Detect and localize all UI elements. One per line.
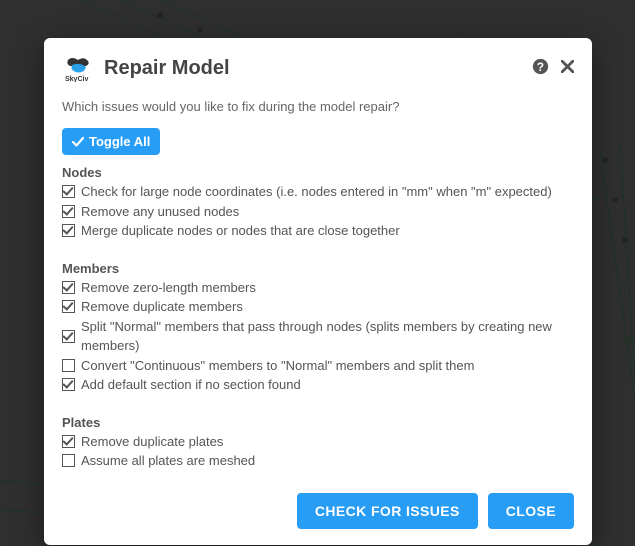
checkbox-label: Split "Normal" members that pass through… (81, 317, 574, 356)
checkbox-label: Assume all plates are meshed (81, 451, 255, 471)
modal-title: Repair Model (104, 57, 532, 80)
section-heading-plates: Plates (62, 415, 574, 430)
checkbox-row[interactable]: Remove duplicate members (62, 297, 574, 317)
section-heading-members: Members (62, 261, 574, 276)
section-heading-nodes: Nodes (62, 165, 574, 180)
help-icon[interactable]: ? (532, 58, 549, 79)
checkbox-label: Remove any unused nodes (81, 202, 239, 222)
repair-model-dialog: SkyCiv Repair Model ? Which issues would… (44, 38, 592, 545)
checkbox-row[interactable]: Remove zero-length members (62, 278, 574, 298)
checkbox-row[interactable]: Remove duplicate plates (62, 432, 574, 452)
checkbox[interactable] (62, 281, 75, 294)
checkbox-row[interactable]: Convert "Continuous" members to "Normal"… (62, 356, 574, 376)
svg-text:?: ? (537, 61, 544, 74)
checkbox-label: Merge duplicate nodes or nodes that are … (81, 221, 400, 241)
checkbox[interactable] (62, 205, 75, 218)
modal-header: SkyCiv Repair Model ? (62, 52, 574, 85)
check-for-issues-button[interactable]: CHECK FOR ISSUES (297, 493, 478, 529)
checkbox-label: Remove duplicate members (81, 297, 243, 317)
modal-footer: CHECK FOR ISSUES CLOSE (62, 493, 574, 529)
checkbox-label: Add default section if no section found (81, 375, 301, 395)
toggle-all-button[interactable]: Toggle All (62, 128, 160, 155)
checkbox[interactable] (62, 435, 75, 448)
toggle-all-label: Toggle All (89, 134, 150, 149)
close-button[interactable]: CLOSE (488, 493, 574, 529)
checkbox-row[interactable]: Check for large node coordinates (i.e. n… (62, 182, 574, 202)
close-icon[interactable] (561, 60, 574, 77)
checkbox-row[interactable]: Remove any unused nodes (62, 202, 574, 222)
prompt-text: Which issues would you like to fix durin… (62, 99, 574, 114)
checkbox-row[interactable]: Add default section if no section found (62, 375, 574, 395)
checkbox-row[interactable]: Merge duplicate nodes or nodes that are … (62, 221, 574, 241)
checkbox[interactable] (62, 454, 75, 467)
checkbox-row[interactable]: Assume all plates are meshed (62, 451, 574, 471)
svg-text:SkyCiv: SkyCiv (65, 76, 88, 82)
checkbox-label: Remove zero-length members (81, 278, 256, 298)
check-icon (72, 136, 84, 148)
skyciv-logo: SkyCiv (62, 52, 94, 85)
checkbox-label: Remove duplicate plates (81, 432, 223, 452)
checkbox[interactable] (62, 359, 75, 372)
checkbox[interactable] (62, 300, 75, 313)
checkbox[interactable] (62, 378, 75, 391)
checkbox[interactable] (62, 224, 75, 237)
checkbox-label: Check for large node coordinates (i.e. n… (81, 182, 552, 202)
checkbox[interactable] (62, 185, 75, 198)
checkbox-row[interactable]: Split "Normal" members that pass through… (62, 317, 574, 356)
checkbox[interactable] (62, 330, 75, 343)
checkbox-label: Convert "Continuous" members to "Normal"… (81, 356, 474, 376)
